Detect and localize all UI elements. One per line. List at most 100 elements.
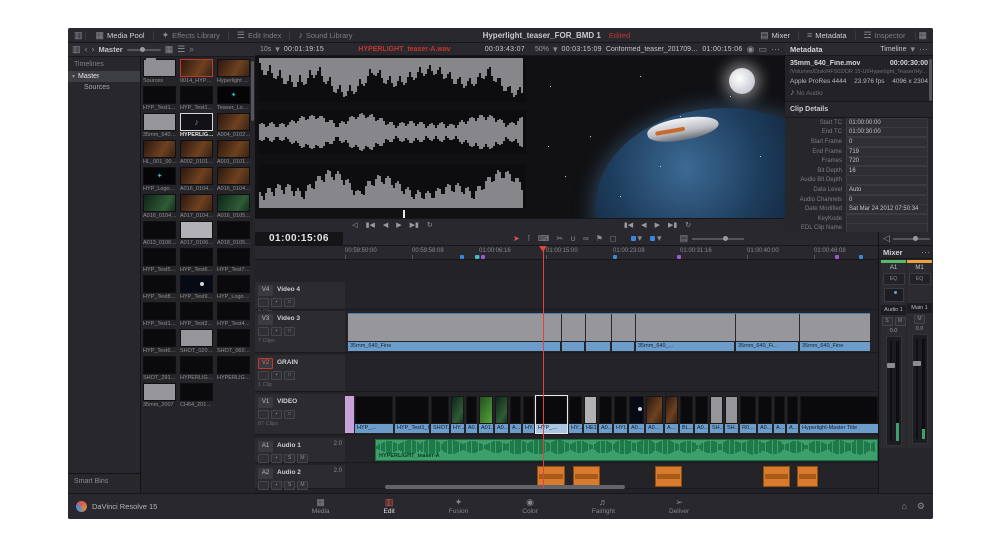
fader-thumb[interactable] bbox=[887, 363, 895, 368]
mixer-options-icon[interactable]: ⋯ bbox=[921, 248, 930, 257]
track-destination-v2[interactable]: V2 bbox=[258, 358, 273, 369]
video-clip[interactable]: HY... bbox=[569, 396, 582, 433]
media-pool-scrollbar[interactable] bbox=[251, 61, 254, 121]
media-pool-item[interactable]: A002_01012048_... bbox=[180, 140, 214, 165]
snapping-toggle-icon[interactable]: ∪ bbox=[570, 235, 576, 243]
metadata-field-value[interactable]: 01:00:30:00 bbox=[846, 127, 928, 137]
chevron-down-icon[interactable]: ▾ bbox=[275, 45, 280, 54]
video-clip[interactable]: A... bbox=[787, 396, 798, 433]
panel-tab-inspector[interactable]: ☲Inspector bbox=[856, 28, 914, 42]
track-solo-button[interactable]: S bbox=[284, 454, 295, 463]
clip-name-bar[interactable] bbox=[562, 342, 584, 351]
media-pool-item[interactable]: HYP_Test5_Outp... bbox=[143, 248, 177, 273]
audio-speaker-icon[interactable]: ◁ bbox=[352, 222, 357, 229]
sound-effect-clip[interactable] bbox=[573, 466, 600, 487]
media-pool-item[interactable]: HYP_Test1_Outp... bbox=[143, 302, 177, 327]
bin-forward-icon[interactable]: › bbox=[92, 45, 95, 54]
play-icon[interactable]: ▶ bbox=[396, 222, 401, 229]
track-lock-icon[interactable] bbox=[258, 371, 269, 380]
thumbnail-size-slider[interactable] bbox=[127, 49, 161, 51]
video-clip[interactable]: A0... bbox=[646, 396, 663, 433]
source-waveform-display[interactable] bbox=[255, 56, 530, 218]
media-pool-item[interactable]: HYP_Test10_Ou... bbox=[180, 86, 214, 111]
track-lock-icon[interactable] bbox=[258, 298, 269, 307]
video-clip[interactable]: Hyperlight-Master Title bbox=[800, 396, 878, 433]
video-clip[interactable]: SHOT... bbox=[431, 396, 449, 433]
video-clip[interactable]: SH... bbox=[725, 396, 738, 433]
tab-fairlight[interactable]: ♬Fairlight bbox=[582, 496, 625, 518]
project-manager-icon[interactable]: ⌂ bbox=[901, 502, 906, 511]
mute-button[interactable]: M bbox=[914, 315, 925, 324]
track-destination-a2[interactable]: A2 bbox=[258, 468, 273, 479]
last-frame-icon[interactable]: ▶▮ bbox=[410, 222, 419, 229]
clip-name-bar[interactable] bbox=[612, 342, 634, 351]
mute-button[interactable]: M bbox=[895, 317, 906, 326]
media-pool-item[interactable]: A013_01060745_... bbox=[143, 221, 177, 246]
clip-name-bar[interactable] bbox=[586, 342, 610, 351]
track-lane-v2[interactable] bbox=[345, 355, 878, 392]
metadata-field-value[interactable]: 0 bbox=[846, 137, 928, 147]
media-pool-item[interactable]: Hyperlight Maste... bbox=[217, 59, 251, 84]
video-clip[interactable]: HE16... bbox=[584, 396, 597, 433]
smart-bins-section[interactable]: Smart Bins bbox=[68, 473, 140, 493]
media-pool-item[interactable]: HYP_Logo075_Ou... bbox=[143, 167, 177, 192]
video-clip[interactable]: A0... bbox=[495, 396, 508, 433]
video-clip[interactable]: HYP_Test1_Ou... bbox=[395, 396, 429, 433]
video-clip[interactable]: HYP_... bbox=[355, 396, 393, 433]
media-pool-item[interactable]: Teaser_Logos-blue bbox=[217, 86, 251, 111]
metadata-field-value[interactable]: 16 bbox=[846, 166, 928, 176]
panel-tab-sound-library[interactable]: ♪Sound Library bbox=[290, 28, 360, 42]
playhead-marker[interactable] bbox=[539, 246, 547, 252]
viewer-options-icon[interactable]: ⋯ bbox=[771, 45, 780, 54]
track-lane-v4[interactable] bbox=[345, 282, 878, 310]
track-enable-icon[interactable]: □ bbox=[284, 410, 295, 419]
timeline-zoom-slider[interactable] bbox=[692, 238, 744, 240]
video-clip[interactable]: SH... bbox=[710, 396, 723, 433]
strip-pan-pad[interactable] bbox=[884, 288, 904, 302]
trim-edit-mode-icon[interactable]: ⊺ bbox=[527, 235, 531, 243]
video-clip[interactable]: A01... bbox=[479, 396, 493, 433]
clip-name-bar[interactable]: 35mm_640_Fine bbox=[800, 342, 870, 351]
media-pool-item[interactable]: A016_01041959_... bbox=[217, 167, 251, 192]
metadata-field-value[interactable] bbox=[846, 214, 928, 224]
track-lane-v3[interactable]: 35mm_640_Fine35mm_640_...35mm_640_Fi...3… bbox=[345, 311, 878, 353]
media-pool-item[interactable]: Sources bbox=[143, 59, 177, 84]
track-enable-icon[interactable]: □ bbox=[284, 327, 295, 336]
media-pool-item[interactable]: HL_001_0070_co... bbox=[143, 140, 177, 165]
marker-color-dropdown[interactable]: ▾ bbox=[631, 234, 643, 243]
metadata-scrollbar[interactable] bbox=[929, 59, 932, 101]
timeline-view-options-icon[interactable]: ▤ bbox=[680, 234, 689, 243]
media-pool-item[interactable]: SHOT_060_0019... bbox=[217, 329, 251, 354]
solo-button[interactable]: S bbox=[882, 317, 893, 326]
track-autoselect-icon[interactable]: ▪ bbox=[271, 298, 282, 307]
track-lock-icon[interactable] bbox=[258, 454, 269, 463]
video-clip[interactable]: BL... bbox=[680, 396, 693, 433]
media-pool-item[interactable]: HYP_Test7_Outp... bbox=[217, 248, 251, 273]
media-pool-item[interactable]: A016_01042100_... bbox=[143, 194, 177, 219]
media-pool-item[interactable]: HYPERLIGHT_OU... bbox=[217, 356, 251, 381]
play-icon[interactable]: ▶ bbox=[655, 222, 660, 229]
list-view-icon[interactable]: ☰ bbox=[177, 45, 185, 54]
strip-fader[interactable] bbox=[912, 334, 928, 444]
video-clip[interactable]: HYL... bbox=[614, 396, 627, 433]
metadata-mode-dropdown[interactable]: Timeline bbox=[880, 46, 906, 53]
metadata-field-value[interactable] bbox=[846, 175, 928, 185]
strip-eq-button[interactable]: EQ bbox=[883, 273, 905, 285]
first-frame-icon[interactable]: ▮◀ bbox=[624, 222, 633, 229]
track-mute-button[interactable]: M bbox=[297, 454, 308, 463]
media-pool-item[interactable]: HYP_Test6_Outp... bbox=[143, 329, 177, 354]
track-mute-button[interactable]: M bbox=[297, 481, 308, 490]
film-grain-clip[interactable] bbox=[348, 313, 870, 341]
sound-effect-clip[interactable] bbox=[763, 466, 790, 487]
bin-item-sources[interactable]: Sources bbox=[68, 82, 140, 93]
strip-fader[interactable] bbox=[886, 336, 902, 446]
chevron-down-icon[interactable]: ▾ bbox=[553, 45, 558, 54]
track-autoselect-icon[interactable]: ▪ bbox=[271, 481, 282, 490]
bin-item-master[interactable]: ▾Master bbox=[68, 71, 140, 82]
media-pool-item[interactable]: A017_01042001_... bbox=[180, 194, 214, 219]
video-clip[interactable]: HY... bbox=[451, 396, 464, 433]
speaker-icon[interactable]: ◁ bbox=[883, 234, 890, 243]
metadata-options-icon[interactable]: ⋯ bbox=[919, 45, 928, 54]
gap-filler-clip[interactable] bbox=[345, 396, 354, 433]
media-pool-item[interactable]: 35mm_2007 bbox=[143, 383, 177, 408]
